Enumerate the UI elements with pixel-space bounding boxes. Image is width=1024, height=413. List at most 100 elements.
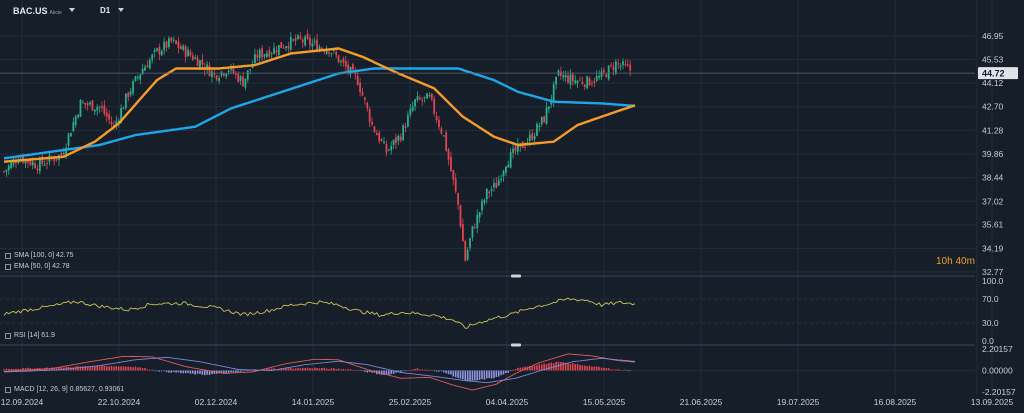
candle-body: [105, 112, 108, 117]
macd-histogram-bar: [457, 370, 459, 378]
macd-histogram-bar: [287, 367, 290, 371]
macd-histogram-bar: [239, 370, 242, 372]
candle-body: [450, 156, 452, 172]
candle-body: [617, 63, 620, 65]
macd-histogram-bar: [108, 366, 110, 371]
candle-body: [466, 250, 469, 260]
candle-body: [53, 158, 56, 162]
time-tick-label: 12.09.2024: [1, 397, 44, 407]
macd-histogram-bar: [304, 368, 306, 371]
legend-sma[interactable]: SMA [100, 0] 42.75: [5, 252, 74, 259]
macd-histogram-bar: [165, 370, 168, 373]
symbol-label[interactable]: BAC.US Akcie: [13, 6, 62, 16]
macd-histogram-bar: [450, 370, 452, 375]
timeframe-label[interactable]: D1: [100, 6, 110, 15]
candle-body: [136, 76, 139, 78]
price-tick-label: 34.19: [982, 243, 1004, 253]
macd-histogram-bar: [619, 369, 622, 371]
candle-body: [91, 100, 94, 111]
macd-histogram-bar: [588, 365, 591, 371]
candle-body: [485, 188, 488, 200]
macd-histogram-bar: [488, 370, 490, 379]
macd-histogram-bar: [603, 367, 605, 371]
candle-body: [361, 91, 364, 96]
macd-histogram-bar: [364, 370, 366, 372]
candle-body: [512, 148, 514, 153]
legend-ema[interactable]: EMA [50, 0] 42.78: [5, 263, 70, 270]
macd-histogram-bar: [297, 367, 299, 371]
macd-histogram-bar: [421, 369, 424, 371]
macd-histogram-bar: [333, 368, 335, 371]
candle-body: [101, 106, 103, 109]
candle-body: [430, 93, 433, 100]
macd-histogram-bar: [474, 370, 476, 381]
candle-body: [423, 96, 426, 98]
macd-histogram-bar: [316, 368, 318, 371]
macd-histogram-bar: [536, 365, 538, 371]
macd-histogram-bar: [493, 370, 495, 379]
candle-body: [244, 78, 247, 88]
settings-icon[interactable]: [5, 263, 11, 270]
macd-histogram-bar: [414, 368, 416, 371]
candle-body: [476, 214, 479, 229]
candle-body: [5, 169, 8, 172]
rsi-tick-label: 70.0: [982, 294, 999, 304]
price-tick-label: 37.02: [982, 196, 1004, 206]
time-axis: 12.09.2024 22.10.2024 02.12.2024 14.01.2025…: [1, 397, 1014, 407]
candle-body: [418, 97, 421, 100]
macd-histogram-bar: [495, 370, 498, 378]
legend-rsi[interactable]: RSI [14] 61.9: [5, 332, 55, 339]
trading-chart[interactable]: 46.95 45.53 44.12 42.70 41.28 39.86 38.44 37.02…: [0, 0, 1024, 413]
candle-body: [201, 59, 204, 65]
candle-body: [562, 75, 565, 78]
time-tick-label: 21.06.2025: [680, 397, 723, 407]
candle-body: [543, 116, 546, 123]
macd-tick-label: 0.00000: [982, 366, 1013, 376]
candle-body: [564, 74, 567, 78]
candle-body: [225, 74, 228, 77]
settings-icon[interactable]: [5, 252, 11, 259]
candle-body: [457, 193, 459, 205]
candle-body: [440, 128, 443, 134]
macd-histogram-bar: [158, 370, 161, 372]
candle-body: [471, 226, 474, 238]
candle-body: [624, 64, 627, 66]
macd-histogram-bar: [478, 370, 481, 380]
macd-histogram-bar: [230, 370, 232, 373]
candle-body: [371, 121, 373, 125]
legend-macd[interactable]: MACD [12, 26, 9] 0.85627, 0.93061: [5, 386, 124, 393]
macd-histogram-bar: [445, 370, 447, 374]
macd-histogram-bar: [622, 370, 624, 371]
candle-body: [363, 97, 366, 100]
sma-line: [3, 67, 636, 160]
candle-body: [385, 143, 388, 153]
candle-body: [524, 146, 526, 148]
timeframe-dropdown-icon[interactable]: [118, 8, 124, 12]
candle-body: [397, 135, 400, 141]
settings-icon[interactable]: [5, 332, 11, 339]
candle-body: [222, 73, 225, 76]
candle-body: [414, 99, 416, 107]
candle-body: [619, 65, 622, 67]
settings-icon[interactable]: [5, 386, 11, 393]
candle-body: [74, 116, 77, 125]
macd-histogram-bar: [151, 369, 153, 371]
macd-histogram-bar: [359, 370, 361, 372]
candle-countdown: 10h 40m: [936, 256, 975, 267]
macd-tick-label: 2.20157: [982, 344, 1013, 354]
candle-body: [227, 70, 230, 73]
candle-body: [552, 84, 555, 102]
macd-histogram-bar: [79, 366, 82, 371]
time-tick-label: 16.08.2025: [874, 397, 917, 407]
macd-histogram-bar: [548, 363, 550, 371]
macd-histogram-bar: [466, 370, 469, 382]
macd-histogram-bar: [342, 368, 345, 371]
macd-histogram-bar: [313, 367, 316, 371]
macd-histogram-bar: [428, 369, 431, 371]
candle-body: [536, 123, 538, 137]
symbol-dropdown-icon[interactable]: [69, 8, 75, 12]
candle-body: [191, 55, 194, 60]
chart-canvas[interactable]: 46.95 45.53 44.12 42.70 41.28 39.86 38.44 37.02…: [0, 0, 1024, 413]
candle-body: [306, 33, 309, 39]
macd-histogram-bar: [598, 366, 600, 371]
